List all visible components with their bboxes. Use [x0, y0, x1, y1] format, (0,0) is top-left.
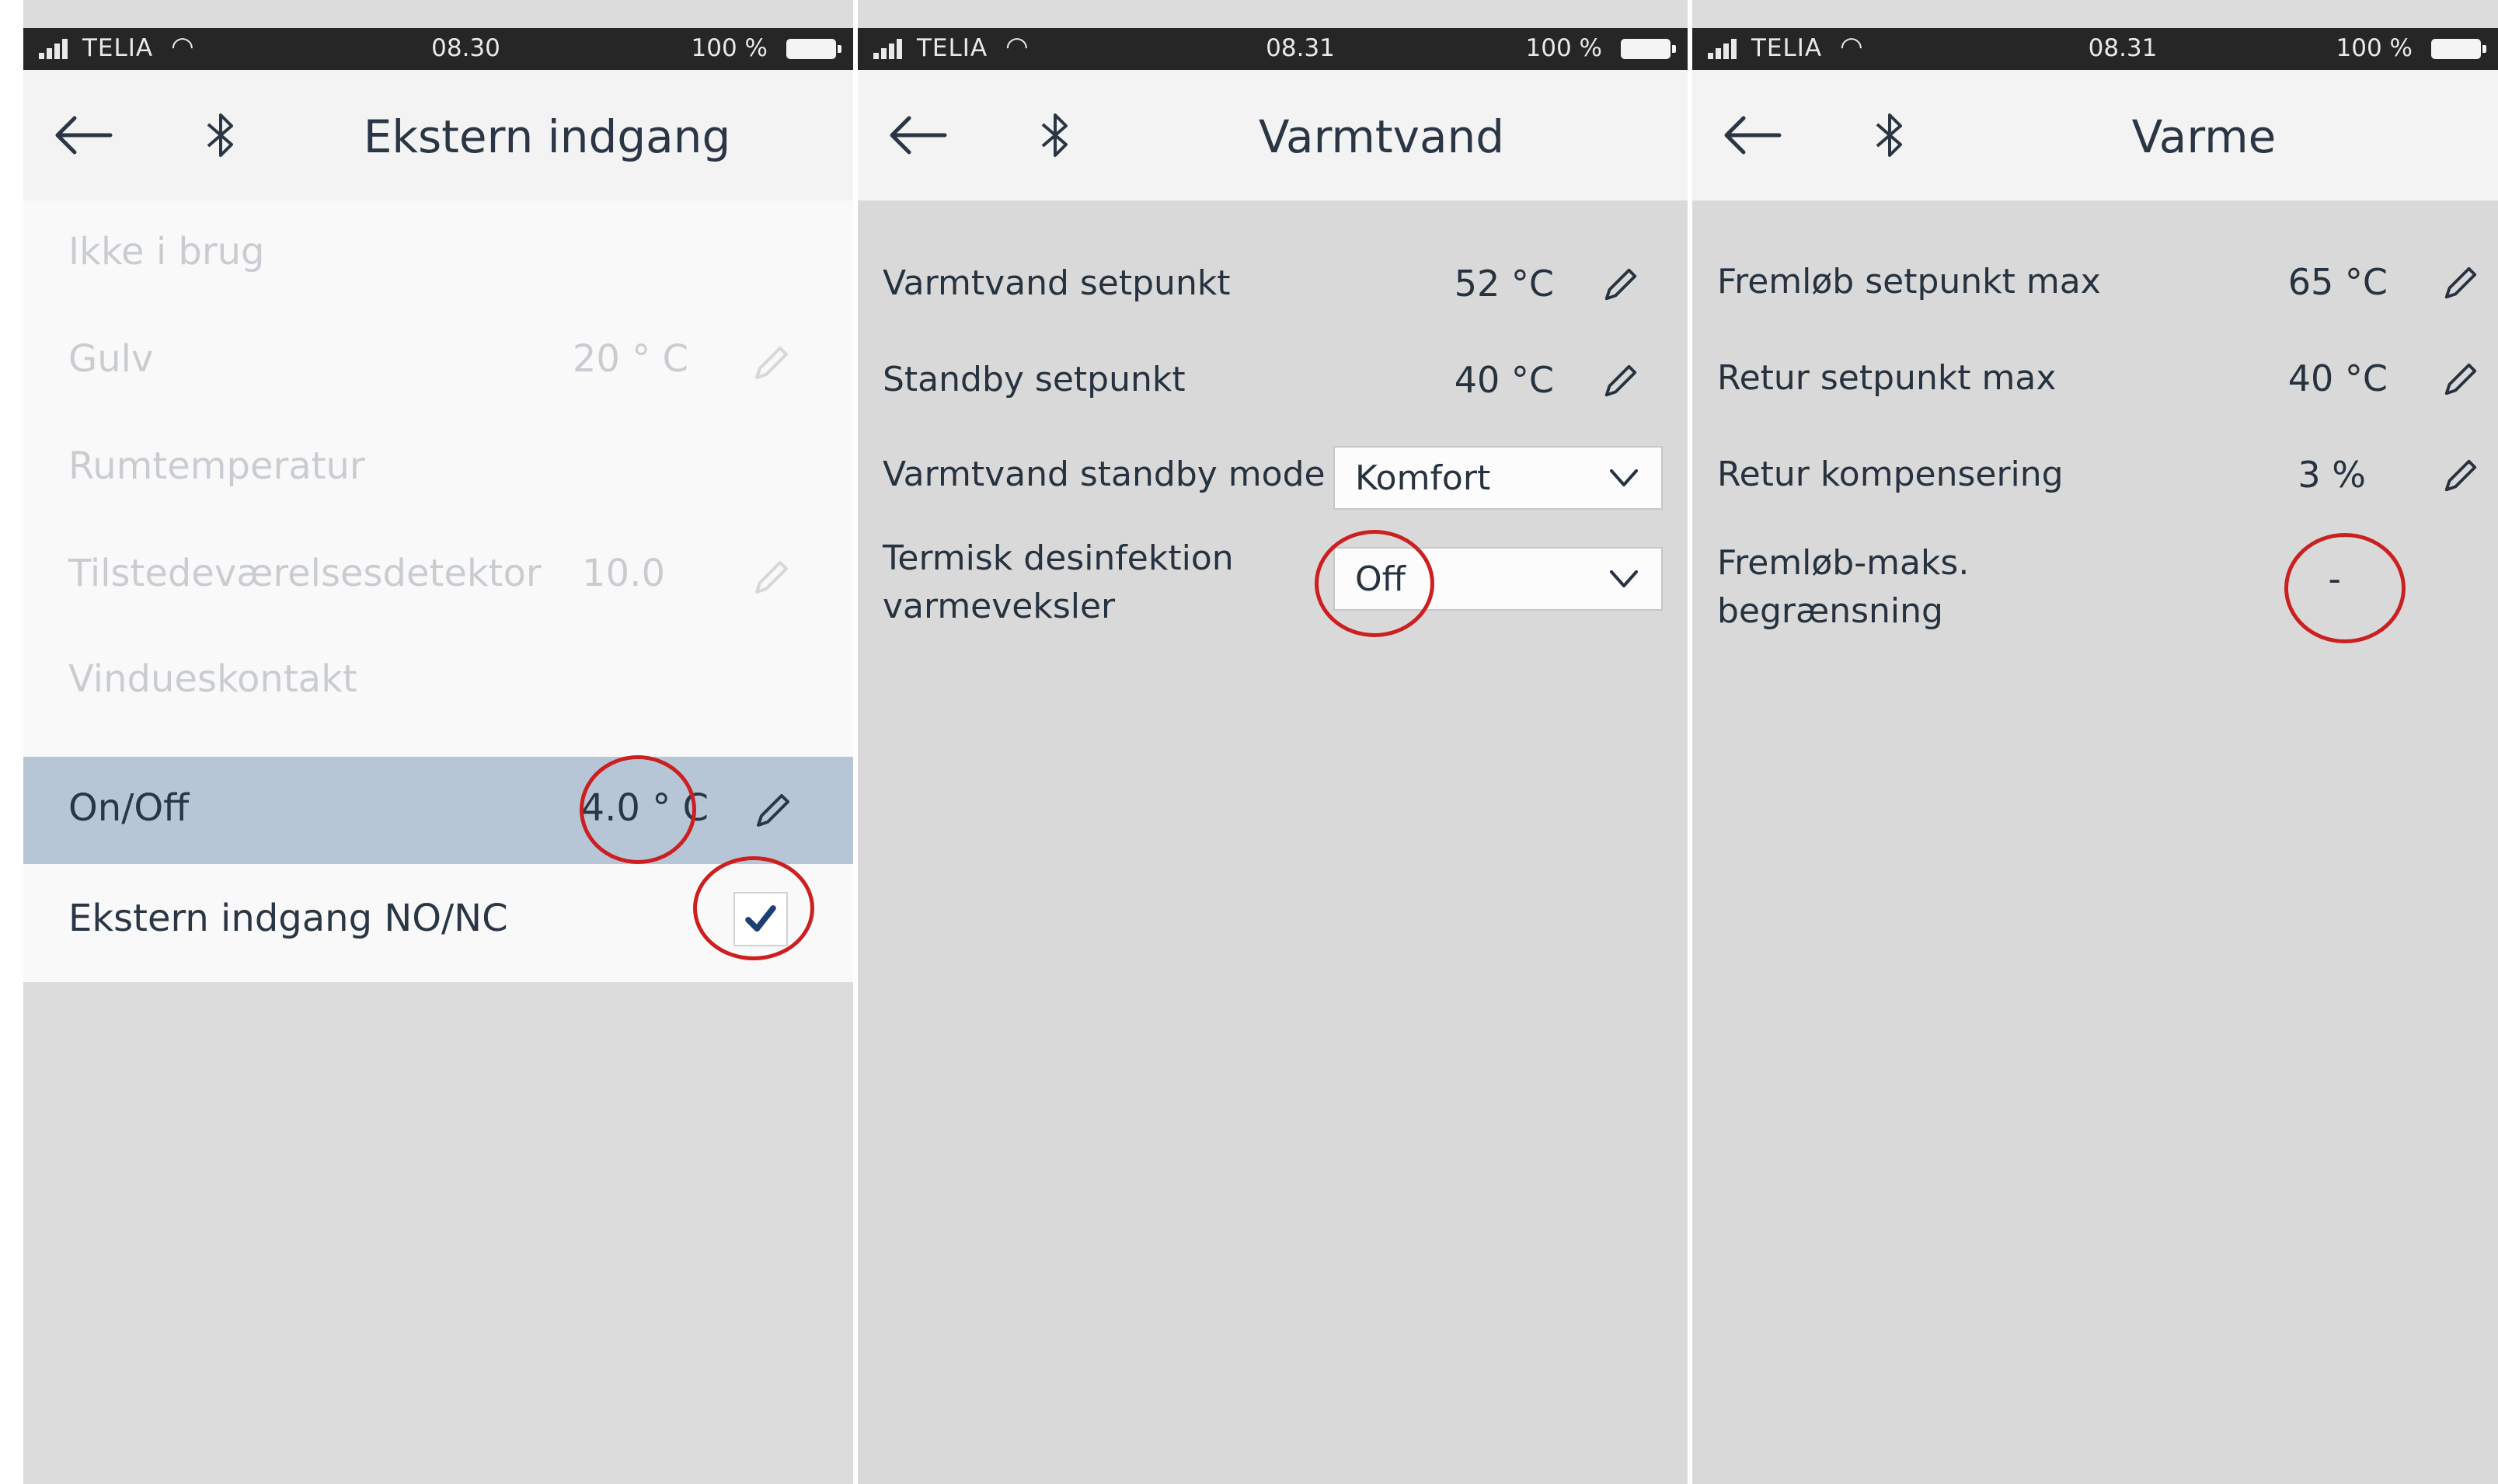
list-item-tilstedevaerelsesdetektor[interactable]: Tilstedeværelsesdetektor 10.0 — [23, 528, 853, 628]
chevron-down-icon — [1610, 469, 1638, 486]
battery-label: 100 % — [2336, 34, 2413, 62]
edit-pencil-icon[interactable] — [751, 343, 791, 384]
list-item-gulv[interactable]: Gulv 20 ° C — [23, 314, 853, 413]
setting-label: Retur kompensering — [1717, 455, 2064, 494]
setting-fremlob-maks-begraensning[interactable]: Fremløb-maks. begrænsning - — [1692, 539, 2498, 648]
setting-standby-mode: Varmtvand standby mode Komfort — [858, 446, 1688, 516]
status-time: 08.30 — [431, 34, 500, 62]
edit-pencil-icon[interactable] — [1601, 266, 1639, 305]
settings-list: Fremløb setpunkt max 65 °C Retur setpunk… — [1692, 200, 2498, 1484]
setting-label-line1: Fremløb-maks. — [1717, 543, 1970, 583]
signal-icon — [1708, 39, 1739, 59]
carrier-label: TELIA — [917, 34, 988, 62]
list-item-on-off[interactable]: On/Off 4.0 ° C — [23, 757, 853, 864]
setting-label: Varmtvand setpunkt — [883, 263, 1231, 303]
wifi-icon: ◠ — [1005, 31, 1029, 62]
setting-label: Standby setpunkt — [883, 360, 1186, 399]
list-item-value: 4.0 ° C — [580, 786, 709, 830]
list-item-label: Ekstern indgang NO/NC — [68, 897, 508, 940]
back-arrow-icon[interactable] — [887, 115, 948, 155]
list-item-label: On/Off — [68, 786, 190, 830]
status-time: 08.31 — [2088, 34, 2158, 62]
setting-fremlob-setpunkt-max[interactable]: Fremløb setpunkt max 65 °C — [1692, 258, 2498, 328]
status-bar: TELIA ◠ 08.31 100 % — [1692, 28, 2498, 70]
setting-value: 3 % — [2298, 454, 2366, 496]
setting-label: Varmtvand standby mode — [883, 455, 1326, 494]
battery-label: 100 % — [691, 34, 768, 62]
setting-value: 40 °C — [1454, 359, 1554, 401]
nonc-checkbox[interactable] — [733, 892, 788, 946]
edit-pencil-icon[interactable] — [751, 558, 791, 598]
list-item-label: Rumtemperatur — [68, 444, 365, 488]
status-bar: TELIA ◠ 08.30 100 % — [23, 28, 853, 70]
battery-icon — [1621, 39, 1676, 59]
wifi-icon: ◠ — [1840, 31, 1863, 62]
wifi-icon: ◠ — [171, 31, 194, 62]
setting-retur-setpunkt-max[interactable]: Retur setpunkt max 40 °C — [1692, 354, 2498, 424]
edit-pencil-icon[interactable] — [2441, 361, 2479, 399]
battery-label: 100 % — [1525, 34, 1602, 62]
select-value: Komfort — [1355, 458, 1491, 498]
status-time: 08.31 — [1266, 34, 1335, 62]
list-item-vindueskontakt[interactable]: Vindueskontakt — [23, 634, 853, 733]
status-bar: TELIA ◠ 08.31 100 % — [858, 28, 1688, 70]
bluetooth-icon[interactable] — [1038, 110, 1072, 160]
list-item-label: Tilstedeværelsesdetektor — [68, 552, 542, 595]
setting-retur-kompensering[interactable]: Retur kompensering 3 % — [1692, 451, 2498, 521]
list-item-value: 10.0 — [582, 552, 665, 595]
edit-pencil-icon[interactable] — [2441, 264, 2479, 303]
signal-icon — [39, 39, 70, 59]
settings-list: Varmtvand setpunkt 52 °C Standby setpunk… — [858, 200, 1688, 1484]
chevron-down-icon — [1610, 570, 1638, 587]
desinfektion-select[interactable]: Off — [1333, 547, 1663, 611]
setting-label-line1: Termisk desinfektion — [883, 538, 1234, 578]
standby-mode-select[interactable]: Komfort — [1333, 446, 1663, 510]
carrier-label: TELIA — [1751, 34, 1823, 62]
setting-standby-setpunkt[interactable]: Standby setpunkt 40 °C — [858, 356, 1688, 426]
setting-value: 40 °C — [2287, 357, 2388, 399]
screen-varme: TELIA ◠ 08.31 100 % Varme Fremløb setpun… — [1692, 0, 2498, 1484]
screen-ekstern-indgang: TELIA ◠ 08.30 100 % Ekstern indgang Ikke… — [23, 0, 853, 1484]
setting-value: 65 °C — [2287, 261, 2388, 303]
back-arrow-icon[interactable] — [1722, 115, 1782, 155]
page-title: Varmtvand — [1258, 110, 1505, 163]
bluetooth-icon[interactable] — [204, 110, 238, 160]
list-item-label: Vindueskontakt — [68, 657, 357, 701]
screen-varmtvand: TELIA ◠ 08.31 100 % Varmtvand Varmtvand … — [858, 0, 1688, 1484]
edit-pencil-icon[interactable] — [2441, 457, 2479, 496]
setting-termisk-desinfektion: Termisk desinfektion varmeveksler Off — [858, 535, 1688, 643]
page-title: Ekstern indgang — [363, 110, 731, 163]
list-item-ekstern-indgang-nonc[interactable]: Ekstern indgang NO/NC — [23, 869, 853, 976]
page-title: Varme — [2131, 110, 2277, 163]
list-item-label: Gulv — [68, 337, 154, 381]
carrier-label: TELIA — [82, 34, 154, 62]
nav-header: Ekstern indgang — [23, 70, 853, 200]
list-item-label: Ikke i brug — [68, 230, 265, 273]
setting-value: - — [2328, 558, 2341, 600]
back-arrow-icon[interactable] — [53, 115, 113, 155]
battery-icon — [786, 39, 841, 59]
setting-label: Fremløb setpunkt max — [1717, 262, 2101, 301]
option-list: Ikke i brug Gulv 20 ° C Rumtemperatur Ti… — [23, 200, 853, 982]
list-item-value: 20 ° C — [572, 337, 688, 381]
nav-header: Varmtvand — [858, 70, 1688, 200]
battery-icon — [2431, 39, 2486, 59]
list-item-ikke-i-brug[interactable]: Ikke i brug — [23, 207, 853, 306]
edit-pencil-icon[interactable] — [752, 791, 793, 831]
edit-pencil-icon[interactable] — [1601, 362, 1639, 401]
setting-label: Retur setpunkt max — [1717, 358, 2057, 398]
setting-value: 52 °C — [1454, 263, 1554, 305]
setting-varmtvand-setpunkt[interactable]: Varmtvand setpunkt 52 °C — [858, 260, 1688, 329]
list-item-rumtemperatur[interactable]: Rumtemperatur — [23, 421, 853, 521]
setting-label-line2: varmeveksler — [883, 587, 1116, 626]
setting-label-line2: begrænsning — [1717, 591, 1943, 631]
select-value: Off — [1355, 559, 1406, 599]
nav-header: Varme — [1692, 70, 2498, 200]
bluetooth-icon[interactable] — [1873, 110, 1907, 160]
signal-icon — [873, 39, 904, 59]
checkmark-icon — [745, 905, 776, 932]
